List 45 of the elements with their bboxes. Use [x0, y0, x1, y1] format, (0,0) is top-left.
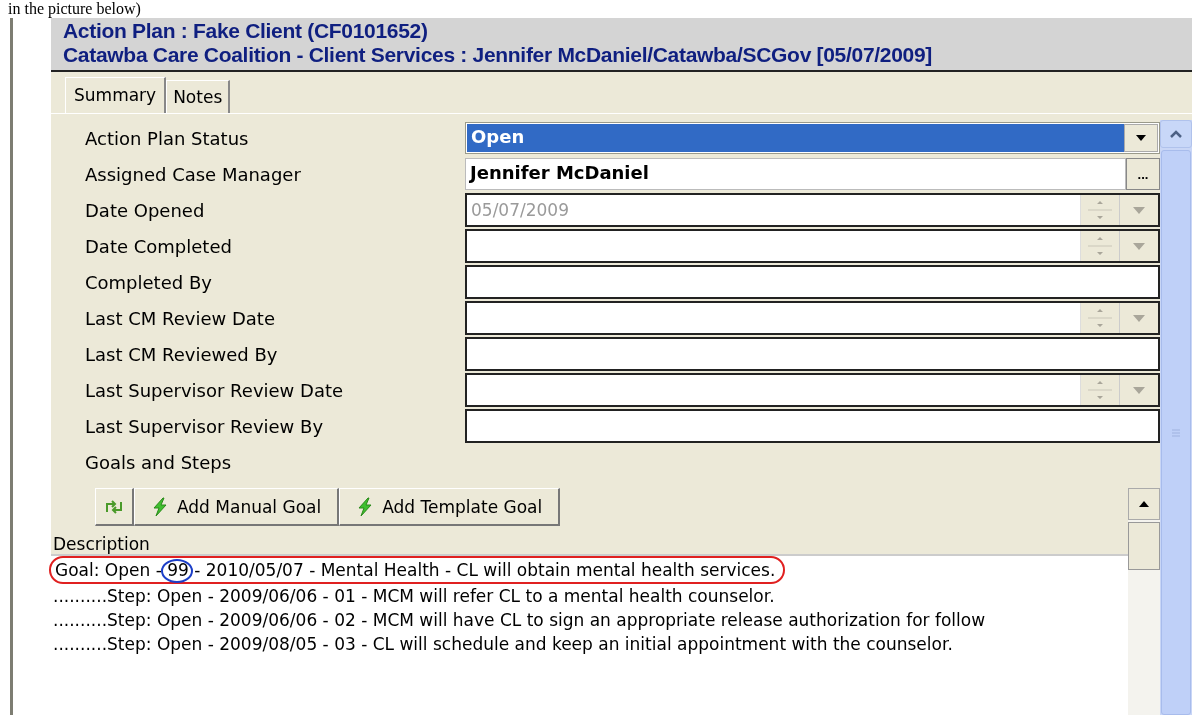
lightning-icon: [151, 496, 169, 517]
scroll-up-icon: [1128, 488, 1160, 520]
text-field[interactable]: [465, 265, 1160, 299]
add-goal-button[interactable]: Add Manual Goal: [134, 488, 340, 526]
refresh-button[interactable]: [95, 488, 134, 526]
header-title: Action Plan : Fake Client (CF0101652): [63, 19, 429, 43]
field-label: Completed By: [84, 271, 213, 293]
goal-row[interactable]: ..........Step: Open - 2009/08/05 - 03 - CL will schedule and keep an initial appointment with the counselor.: [51, 632, 1128, 656]
spinner-icon: [1080, 195, 1119, 225]
column-header: Description: [51, 534, 1128, 556]
tab[interactable]: Notes: [166, 80, 231, 113]
spinner-icon: [1080, 231, 1119, 261]
goal-row[interactable]: ..........Step: Open - 2009/06/06 - 01 - MCM will refer CL to a mental health counselor.: [51, 584, 1128, 608]
field-label: Last Supervisor Review By: [84, 415, 325, 437]
scroll-thumb[interactable]: [1128, 522, 1160, 570]
date-field[interactable]: [465, 373, 1160, 407]
case-manager-field[interactable]: Jennifer McDaniel: [465, 158, 1126, 190]
goal-row[interactable]: ..........Step: Open - 2009/06/06 - 02 - MCM will have CL to sign an appropriate release authorization for follow: [51, 608, 1128, 632]
spinner-icon: [1080, 375, 1119, 405]
field-label: Date Completed: [84, 235, 233, 257]
date-field[interactable]: [465, 229, 1160, 263]
scroll-up-icon: [1160, 120, 1192, 148]
spinner-icon: [1080, 303, 1119, 333]
date-field[interactable]: [465, 301, 1160, 335]
add-goal-button[interactable]: Add Template Goal: [339, 488, 561, 526]
text-field[interactable]: [465, 409, 1160, 443]
field-label: Date Opened: [84, 199, 206, 221]
browse-button[interactable]: ...: [1126, 158, 1160, 190]
list-scrollbar[interactable]: [1128, 488, 1160, 715]
field-label: Last Supervisor Review Date: [84, 379, 345, 401]
tab[interactable]: Summary: [65, 77, 167, 113]
status-dropdown[interactable]: Open: [465, 122, 1160, 154]
header-subtitle: Catawba Care Coalition - Client Services : Jennifer McDaniel/Catawba/SCGov [05/07/2009]: [63, 43, 934, 67]
field-label: Action Plan Status: [84, 127, 250, 149]
field-label: Last CM Reviewed By: [84, 343, 279, 365]
dropdown-value: Open: [467, 124, 1124, 152]
swap-icon: [104, 498, 124, 515]
text-field[interactable]: [465, 337, 1160, 371]
caption-text: in the picture below): [7, 0, 142, 18]
field-label: Last CM Review Date: [84, 307, 276, 329]
annotation-circle: [161, 559, 193, 583]
goal-row[interactable]: Goal: Open - 99 - 2010/05/07 - Mental Health - CL will obtain mental health services.: [53, 558, 776, 582]
field-label: Assigned Case Manager: [84, 163, 302, 185]
section-label: Goals and Steps: [84, 451, 233, 473]
lightning-icon: [356, 496, 375, 517]
